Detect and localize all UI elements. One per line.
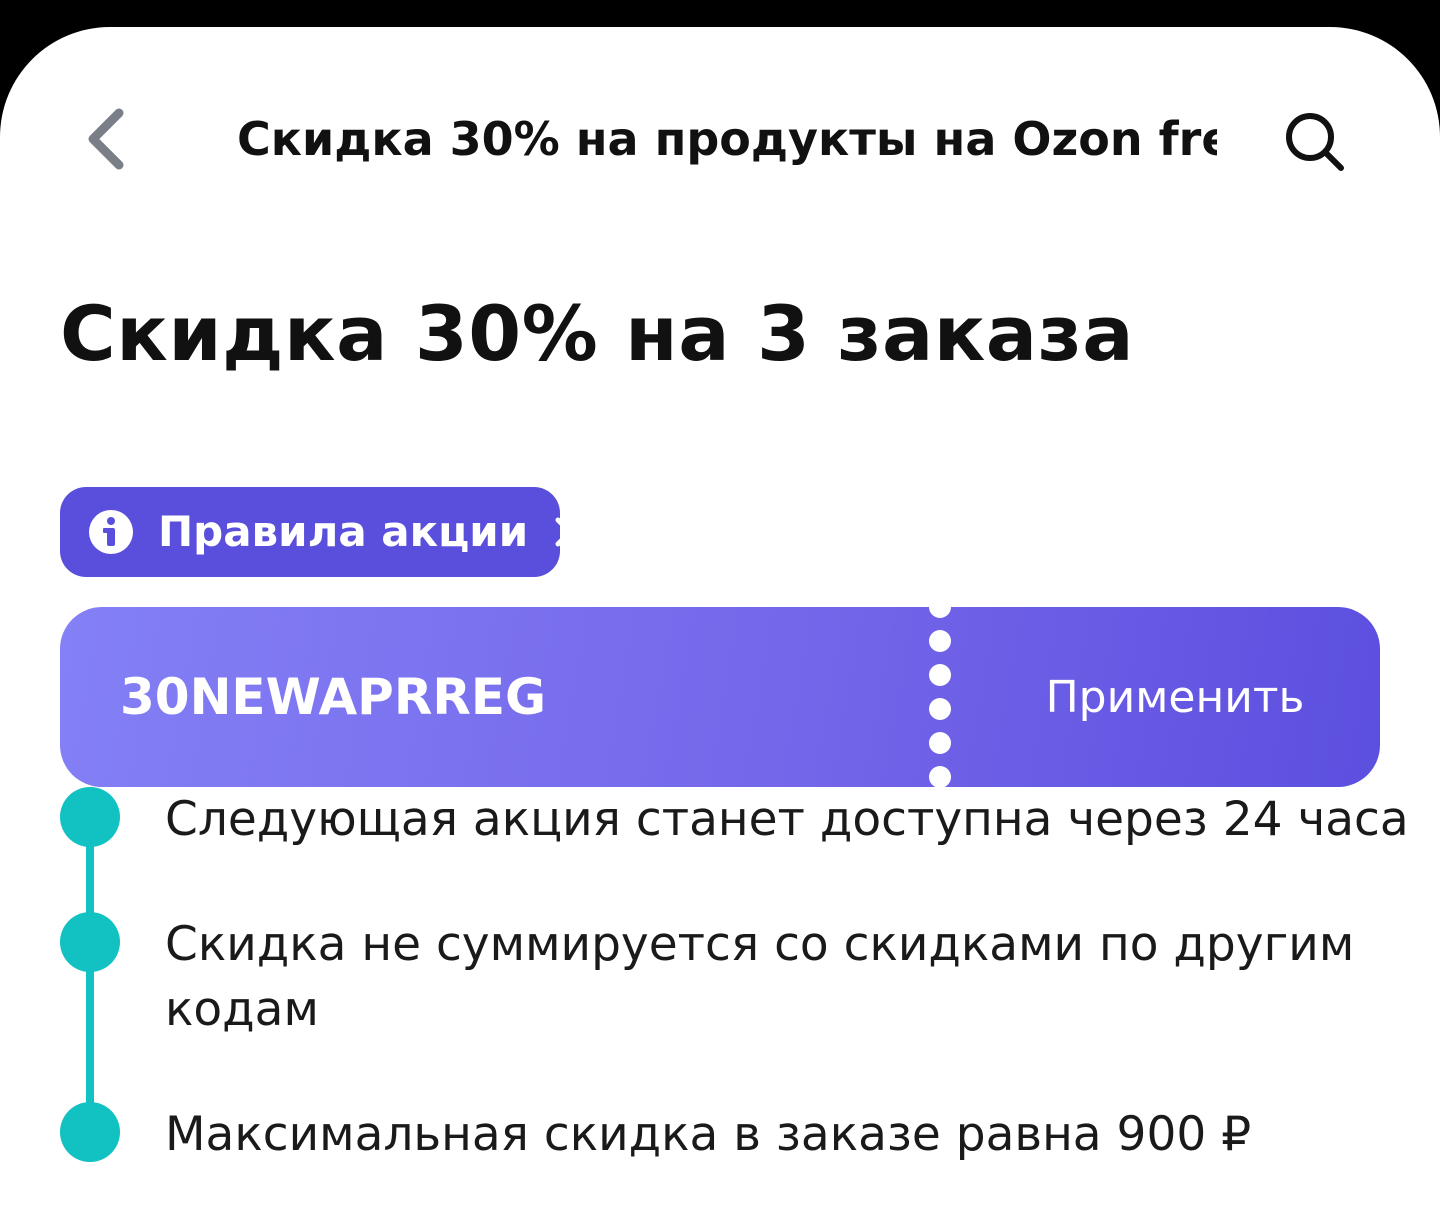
perforation-dot xyxy=(929,607,951,618)
condition-max-discount: Максимальная скидка в заказе равна 900 ₽ xyxy=(165,1107,1252,1162)
timeline-dot xyxy=(60,787,120,847)
header-title: Скидка 30% на продукты на Ozon fre... xyxy=(237,112,1217,166)
rules-button[interactable]: Правила акции xyxy=(60,487,573,577)
perforation-dot xyxy=(929,732,951,754)
perforation-dot xyxy=(929,766,951,787)
search-button[interactable] xyxy=(1275,102,1355,182)
perforation-dot xyxy=(929,664,951,686)
search-icon xyxy=(1286,113,1344,171)
perforation-dot xyxy=(929,698,951,720)
rules-label: Правила акции xyxy=(158,507,529,556)
info-icon xyxy=(88,509,134,555)
back-button[interactable] xyxy=(70,102,140,176)
timeline-dot xyxy=(60,912,120,972)
perforation-dot xyxy=(929,630,951,652)
top-bar: Скидка 30% на продукты на Ozon fre... xyxy=(0,27,1440,257)
condition-no-stacking-cont: кодам xyxy=(165,982,319,1037)
coupon-perforation xyxy=(928,607,952,787)
apply-button[interactable]: Применить xyxy=(970,607,1380,787)
timeline-line xyxy=(86,817,94,1135)
promo-title: Скидка 30% на 3 заказа xyxy=(60,289,1135,378)
promo-sheet: Скидка 30% на продукты на Ozon fre... Ск… xyxy=(0,27,1440,1215)
timeline-dot xyxy=(60,1102,120,1162)
condition-no-stacking: Скидка не суммируется со скидками по дру… xyxy=(165,917,1355,972)
chevron-right-icon xyxy=(552,515,576,549)
chevron-left-icon xyxy=(88,108,124,170)
promo-coupon: 30NEWAPRREG Применить xyxy=(60,607,1380,787)
promo-code[interactable]: 30NEWAPRREG xyxy=(120,669,546,725)
condition-next-promo: Следующая акция станет доступна через 24… xyxy=(165,792,1409,847)
